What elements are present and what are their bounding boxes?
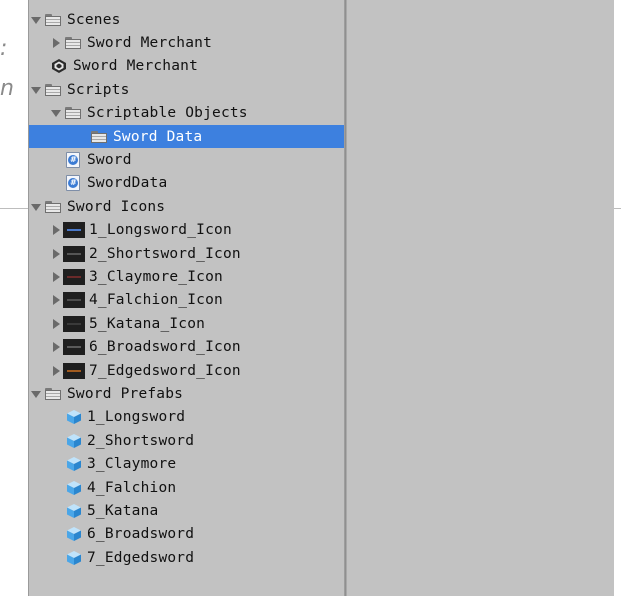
prefab-cube-icon (63, 503, 83, 519)
tree-row-label: Sword Merchant (73, 58, 199, 75)
expand-arrow-down-icon[interactable] (29, 13, 43, 27)
expand-arrow-down-icon[interactable] (29, 387, 43, 401)
tree-row[interactable]: 1_Longsword_Icon (29, 219, 344, 242)
tree-row-label: 5_Katana (87, 502, 159, 519)
tree-row[interactable]: Sword Icons (29, 195, 344, 218)
prefab-cube-icon (63, 550, 83, 566)
expand-arrow-right-icon[interactable] (49, 340, 63, 354)
tree-row[interactable]: Sword Data (29, 124, 344, 149)
expand-arrow-down-icon[interactable] (29, 200, 43, 214)
tree-row-label: 6_Broadsword_Icon (89, 339, 241, 356)
expand-arrow-right-icon[interactable] (49, 270, 63, 284)
tree-row-label: 4_Falchion_Icon (89, 292, 223, 309)
expand-arrow-right-icon[interactable] (49, 36, 63, 50)
expand-arrow-right-icon[interactable] (49, 247, 63, 261)
tree-row[interactable]: 2_Shortsword (29, 429, 344, 452)
tree-row-label: 2_Shortsword_Icon (89, 245, 241, 262)
folder-icon (43, 82, 63, 98)
screenshot-stage: : n Scenes Sword Merchant Sword Merchant Sc… (0, 0, 621, 596)
csharp-script-icon: # (63, 152, 83, 169)
tree-row-label: Scripts (67, 81, 130, 98)
prefab-cube-icon (63, 433, 83, 449)
tree-row-label: Sword Icons (67, 198, 166, 215)
tree-row[interactable]: 1_Longsword (29, 406, 344, 429)
tree-row[interactable]: Scripts (29, 78, 344, 101)
csharp-script-icon: # (63, 175, 83, 192)
tree-row-label: SwordData (87, 175, 168, 192)
tree-row[interactable]: # SwordData (29, 172, 344, 195)
tree-row-label: Scriptable Objects (87, 105, 248, 122)
tree-row-label: 3_Claymore (87, 456, 177, 473)
background-colon-text: : (0, 36, 8, 61)
tree-row-label: 2_Shortsword (87, 432, 195, 449)
tree-row[interactable]: 6_Broadsword_Icon (29, 335, 344, 358)
sprite-thumbnail-icon (63, 222, 85, 239)
sprite-thumbnail-icon (63, 292, 85, 309)
folder-icon (43, 386, 63, 402)
tree-row-label: Sword Prefabs (67, 385, 184, 402)
tree-row-label: 1_Longsword (87, 409, 186, 426)
tree-row[interactable]: Scenes (29, 8, 344, 31)
tree-row[interactable]: 4_Falchion_Icon (29, 289, 344, 312)
folder-icon (43, 199, 63, 215)
tree-row[interactable]: 7_Edgedsword (29, 546, 344, 569)
tree-row-label: Sword Merchant (87, 35, 213, 52)
prefab-cube-icon (63, 480, 83, 496)
expand-arrow-right-icon[interactable] (49, 293, 63, 307)
folder-icon (63, 105, 83, 121)
tree-row[interactable]: Sword Merchant (29, 31, 344, 54)
sprite-thumbnail-icon (63, 362, 85, 379)
tree-row[interactable]: 5_Katana_Icon (29, 312, 344, 335)
tree-row[interactable]: Sword Merchant (29, 55, 344, 78)
tree-row-label: 6_Broadsword (87, 526, 195, 543)
tree-row-label: 5_Katana_Icon (89, 315, 206, 332)
folder-icon (43, 12, 63, 28)
sprite-thumbnail-icon (63, 339, 85, 356)
tree-row-label: 1_Longsword_Icon (89, 222, 232, 239)
tree-row[interactable]: # Sword (29, 148, 344, 171)
folder-icon (89, 129, 109, 145)
expand-arrow-down-icon[interactable] (29, 83, 43, 97)
expand-arrow-right-icon[interactable] (49, 317, 63, 331)
tree-row[interactable]: 6_Broadsword (29, 523, 344, 546)
background-letter-text: n (0, 76, 14, 101)
prefab-cube-icon (63, 526, 83, 542)
expand-arrow-down-icon[interactable] (49, 106, 63, 120)
tree-row[interactable]: 4_Falchion (29, 476, 344, 499)
expand-arrow-right-icon[interactable] (49, 223, 63, 237)
project-asset-pane[interactable] (347, 0, 614, 596)
tree-row[interactable]: 5_Katana (29, 499, 344, 522)
sprite-thumbnail-icon (63, 268, 85, 285)
tree-row[interactable]: 3_Claymore_Icon (29, 265, 344, 288)
folder-icon (63, 35, 83, 51)
tree-row-label: Sword (87, 152, 132, 169)
tree-row-label: 7_Edgedsword (87, 549, 195, 566)
tree-row-label: 3_Claymore_Icon (89, 268, 223, 285)
sprite-thumbnail-icon (63, 315, 85, 332)
prefab-cube-icon (63, 409, 83, 425)
tree-row[interactable]: Scriptable Objects (29, 102, 344, 125)
tree-row[interactable]: 3_Claymore (29, 452, 344, 475)
project-panel: Scenes Sword Merchant Sword Merchant Script… (28, 0, 614, 596)
prefab-cube-icon (63, 456, 83, 472)
tree-row-label: Scenes (67, 11, 121, 28)
tree-row[interactable]: 2_Shortsword_Icon (29, 242, 344, 265)
expand-arrow-right-icon[interactable] (49, 364, 63, 378)
tree-row-label: 7_Edgedsword_Icon (89, 362, 241, 379)
sprite-thumbnail-icon (63, 245, 85, 262)
project-tree: Scenes Sword Merchant Sword Merchant Script… (29, 8, 344, 596)
tree-row-label: Sword Data (113, 128, 203, 145)
background-rule-right (613, 208, 621, 209)
unity-scene-icon (49, 58, 69, 74)
tree-row-label: 4_Falchion (87, 479, 177, 496)
tree-row[interactable]: 7_Edgedsword_Icon (29, 359, 344, 382)
tree-row[interactable]: Sword Prefabs (29, 382, 344, 405)
